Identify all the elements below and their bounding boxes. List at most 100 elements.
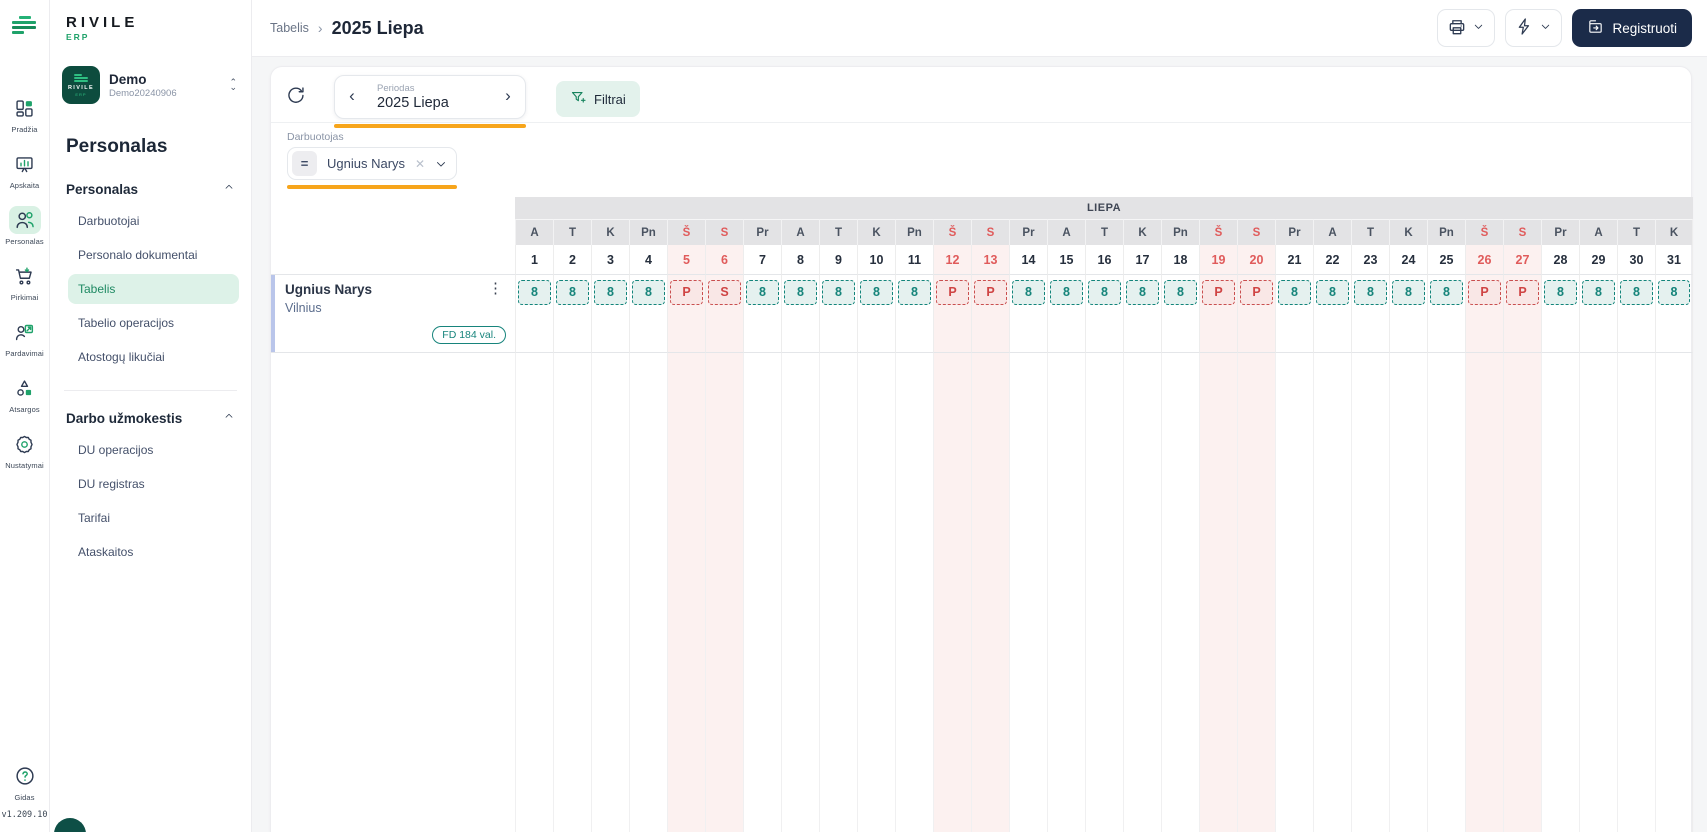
timesheet-cell-day-27[interactable]: P <box>1503 275 1541 353</box>
printer-icon <box>1447 17 1467 40</box>
timesheet-cell-day-4[interactable]: 8 <box>629 275 667 353</box>
register-button-label: Registruoti <box>1612 20 1677 36</box>
rail-item-pardavimai[interactable]: Pardavimai <box>0 318 50 374</box>
timesheet-cell-day-30[interactable]: 8 <box>1617 275 1655 353</box>
sidebar-item-tabelis[interactable]: Tabelis <box>68 274 239 304</box>
empty-grid-cell <box>1313 353 1351 832</box>
workspace-selector[interactable]: RIVILE ERP Demo Demo20240906 ⌃ ⌄ <box>62 66 239 104</box>
timesheet-cell-day-12[interactable]: P <box>933 275 971 353</box>
timesheet-cell-day-2[interactable]: 8 <box>553 275 591 353</box>
refresh-button[interactable] <box>285 85 306 106</box>
period-next-button[interactable]: › <box>497 86 519 108</box>
day-header-25: 25 <box>1427 245 1465 275</box>
timesheet-cell-day-7[interactable]: 8 <box>743 275 781 353</box>
dow-header-10: K <box>857 219 895 245</box>
timesheet-cell-day-9[interactable]: 8 <box>819 275 857 353</box>
timesheet-cell-day-18[interactable]: 8 <box>1161 275 1199 353</box>
empty-grid-cell <box>1047 353 1085 832</box>
sidebar-item-darbuotojai[interactable]: Darbuotojai <box>68 206 239 236</box>
employee-select[interactable]: = Ugnius Narys ✕ <box>287 147 458 180</box>
timesheet-cell-day-19[interactable]: P <box>1199 275 1237 353</box>
timesheet-value: 8 <box>518 280 551 305</box>
timesheet-cell-day-15[interactable]: 8 <box>1047 275 1085 353</box>
rail-item-prad-ia[interactable]: Pradžia <box>0 94 50 150</box>
print-menu-button[interactable] <box>1437 9 1496 47</box>
dow-header-31: K <box>1655 219 1693 245</box>
workspace-code: Demo20240906 <box>109 87 177 99</box>
day-header-9: 9 <box>819 245 857 275</box>
timesheet-cell-day-29[interactable]: 8 <box>1579 275 1617 353</box>
sidebar-item-tarifai[interactable]: Tarifai <box>68 503 239 533</box>
chevron-down-icon[interactable] <box>434 157 448 171</box>
employee-location: Vilnius <box>285 301 322 315</box>
period-display[interactable]: Periodas 2025 Liepa <box>363 83 497 111</box>
timesheet-cell-day-23[interactable]: 8 <box>1351 275 1389 353</box>
timesheet-value: 8 <box>860 280 893 305</box>
sidebar-item-tabelio-operacijos[interactable]: Tabelio operacijos <box>68 308 239 338</box>
employee-cell[interactable]: Ugnius Narys ⋮ Vilnius FD 184 val. <box>271 275 515 353</box>
breadcrumb-tabelis[interactable]: Tabelis <box>270 21 309 35</box>
timesheet-cell-day-28[interactable]: 8 <box>1541 275 1579 353</box>
empty-grid-cell <box>553 353 591 832</box>
topbar-actions: Registruoti <box>1437 9 1692 47</box>
timesheet-cell-day-6[interactable]: S <box>705 275 743 353</box>
rail-item-apskaita[interactable]: Apskaita <box>0 150 50 206</box>
board-icon <box>9 150 41 178</box>
timesheet-cell-day-22[interactable]: 8 <box>1313 275 1351 353</box>
page-title: 2025 Liepa <box>331 17 424 38</box>
sidebar: RIVILE ERP RIVILE ERP Demo Demo20240906 ⌃… <box>50 0 252 832</box>
sidebar-item-ataskaitos[interactable]: Ataskaitos <box>68 537 239 567</box>
timesheet-cell-day-1[interactable]: 8 <box>515 275 553 353</box>
rail-item-personalas[interactable]: Personalas <box>0 206 50 262</box>
timesheet-cell-day-10[interactable]: 8 <box>857 275 895 353</box>
timesheet-cell-day-14[interactable]: 8 <box>1009 275 1047 353</box>
filter-button-label: Filtrai <box>594 91 626 107</box>
timesheet-value: 8 <box>1620 280 1653 305</box>
timesheet-value: 8 <box>1430 280 1463 305</box>
sidebar-item-personalo-dokumentai[interactable]: Personalo dokumentai <box>68 240 239 270</box>
timesheet-cell-day-3[interactable]: 8 <box>591 275 629 353</box>
day-header-27: 27 <box>1503 245 1541 275</box>
clear-selection-icon[interactable]: ✕ <box>415 157 425 171</box>
timesheet-cell-day-8[interactable]: 8 <box>781 275 819 353</box>
rail-item-pirkimai[interactable]: Pirkimai <box>0 262 50 318</box>
row-menu-icon[interactable]: ⋮ <box>484 281 507 296</box>
timesheet-cell-day-20[interactable]: P <box>1237 275 1275 353</box>
timesheet-cell-day-31[interactable]: 8 <box>1655 275 1693 353</box>
timesheet-value: 8 <box>1316 280 1349 305</box>
filter-button[interactable]: Filtrai <box>556 81 640 117</box>
empty-grid-cell <box>743 353 781 832</box>
dow-header-15: A <box>1047 219 1085 245</box>
equals-operator-icon[interactable]: = <box>292 151 317 176</box>
sidebar-item-du-registras[interactable]: DU registras <box>68 469 239 499</box>
timesheet-cell-day-25[interactable]: 8 <box>1427 275 1465 353</box>
register-button[interactable]: Registruoti <box>1572 9 1692 47</box>
empty-grid-cell <box>1351 353 1389 832</box>
timesheet-cell-day-5[interactable]: P <box>667 275 705 353</box>
topbar: Tabelis › 2025 Liepa Registruoti <box>252 0 1707 57</box>
timesheet-cell-day-11[interactable]: 8 <box>895 275 933 353</box>
sidebar-item-atostog-liku-iai[interactable]: Atostogų likučiai <box>68 342 239 372</box>
day-header-29: 29 <box>1579 245 1617 275</box>
sidebar-section-darbo-u-mokestis[interactable]: Darbo užmokestis <box>66 409 235 427</box>
rail-item-atsargos[interactable]: Atsargos <box>0 374 50 430</box>
day-header-6: 6 <box>705 245 743 275</box>
rail-item-nustatymai[interactable]: Nustatymai <box>0 430 50 486</box>
day-header-24: 24 <box>1389 245 1427 275</box>
actions-menu-button[interactable] <box>1505 9 1563 47</box>
empty-grid-cell <box>1389 353 1427 832</box>
rail-item-gidas[interactable]: Gidas <box>9 762 41 802</box>
timesheet-cell-day-21[interactable]: 8 <box>1275 275 1313 353</box>
timesheet-cell-day-26[interactable]: P <box>1465 275 1503 353</box>
dow-header-30: T <box>1617 219 1655 245</box>
timesheet-cell-day-13[interactable]: P <box>971 275 1009 353</box>
rivile-logo-mark[interactable] <box>11 16 38 34</box>
sidebar-item-du-operacijos[interactable]: DU operacijos <box>68 435 239 465</box>
timesheet-cell-day-24[interactable]: 8 <box>1389 275 1427 353</box>
empty-grid-cell <box>1237 353 1275 832</box>
period-prev-button[interactable]: ‹ <box>341 86 363 108</box>
day-header-16: 16 <box>1085 245 1123 275</box>
sidebar-section-personalas[interactable]: Personalas <box>66 180 235 198</box>
timesheet-cell-day-16[interactable]: 8 <box>1085 275 1123 353</box>
timesheet-cell-day-17[interactable]: 8 <box>1123 275 1161 353</box>
